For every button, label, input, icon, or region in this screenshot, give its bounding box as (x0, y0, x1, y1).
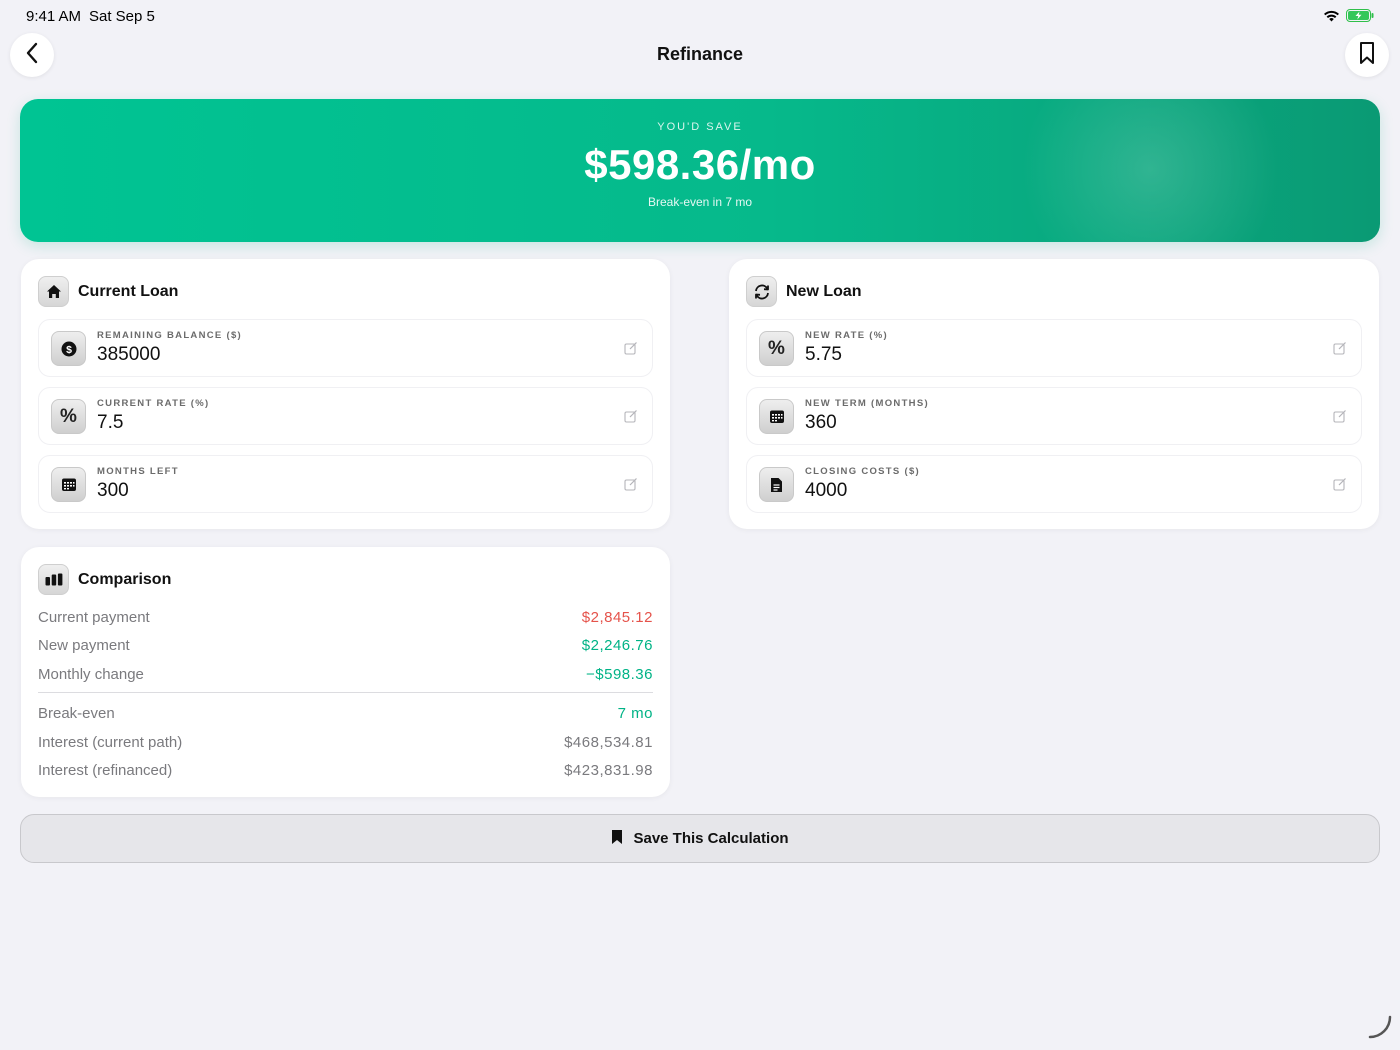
edit-icon[interactable] (624, 341, 638, 360)
months-left-label: MONTHS LEFT (97, 466, 179, 477)
corner-handle-icon (1368, 1015, 1392, 1044)
document-icon (759, 467, 794, 502)
status-bar: 9:41 AM Sat Sep 5 (0, 0, 1400, 32)
edit-icon[interactable] (1333, 341, 1347, 360)
remaining-balance-field[interactable]: $ REMAINING BALANCE ($) 385000 (38, 319, 653, 377)
refresh-icon (746, 276, 777, 307)
monthly-change-label: Monthly change (38, 665, 144, 683)
break-even-label: Break-even (38, 704, 115, 722)
current-payment-label: Current payment (38, 608, 150, 626)
savings-value: $598.36/mo (584, 141, 816, 188)
bookmark-button[interactable] (1345, 33, 1389, 77)
monthly-change-value: −$598.36 (586, 665, 653, 683)
new-payment-value: $2,246.76 (581, 636, 653, 654)
current-rate-value[interactable]: 7.5 (97, 412, 123, 434)
edit-icon[interactable] (624, 409, 638, 428)
status-icons (1323, 9, 1374, 27)
comparison-row: Interest (refinanced) $423,831.98 (38, 759, 653, 781)
comparison-row: New payment $2,246.76 (38, 634, 653, 656)
comparison-row: Interest (current path) $468,534.81 (38, 731, 653, 753)
battery-charging-icon (1346, 9, 1374, 27)
wifi-icon (1323, 9, 1340, 27)
interest-current-value: $468,534.81 (564, 733, 653, 751)
calendar-icon (51, 467, 86, 502)
break-even-subtitle: Break-even in 7 mo (647, 195, 753, 209)
closing-costs-label: CLOSING COSTS ($) (805, 466, 920, 477)
save-calculation-button[interactable]: Save This Calculation (20, 814, 1380, 863)
save-calculation-label: Save This Calculation (633, 830, 789, 847)
status-time: 9:41 AM (26, 8, 82, 25)
savings-banner: YOU'D SAVE $598.36/mo Break-even in 7 mo (20, 99, 1380, 242)
current-rate-field[interactable]: % CURRENT RATE (%) 7.5 (38, 387, 653, 445)
comparison-row: Current payment $2,845.12 (38, 606, 653, 628)
svg-text:$: $ (66, 343, 72, 355)
bar-chart-icon (38, 564, 69, 595)
status-date: Sat Sep 5 (89, 8, 155, 25)
bookmark-fill-icon (611, 829, 623, 849)
current-loan-card: Current Loan $ REMAINING BALANCE ($) 385… (21, 259, 670, 529)
closing-costs-field[interactable]: CLOSING COSTS ($) 4000 (746, 455, 1362, 513)
new-loan-card: New Loan % NEW RATE (%) 5.75 NEW TERM (M… (729, 259, 1379, 529)
interest-current-label: Interest (current path) (38, 733, 183, 751)
edit-icon[interactable] (1333, 409, 1347, 428)
comparison-header: Comparison (38, 564, 171, 595)
savings-label: YOU'D SAVE (657, 121, 743, 133)
comparison-divider (38, 692, 653, 693)
new-term-value[interactable]: 360 (805, 412, 837, 434)
dollar-icon: $ (51, 331, 86, 366)
house-icon (38, 276, 69, 307)
new-payment-label: New payment (38, 636, 130, 654)
interest-refinanced-label: Interest (refinanced) (38, 761, 173, 779)
remaining-balance-label: REMAINING BALANCE ($) (97, 330, 242, 341)
months-left-field[interactable]: MONTHS LEFT 300 (38, 455, 653, 513)
current-loan-header: Current Loan (38, 276, 178, 307)
new-rate-label: NEW RATE (%) (805, 330, 888, 341)
page-title: Refinance (656, 44, 744, 64)
new-term-label: NEW TERM (MONTHS) (805, 398, 929, 409)
new-loan-title: New Loan (786, 282, 862, 300)
comparison-row: Monthly change −$598.36 (38, 663, 653, 685)
new-loan-header: New Loan (746, 276, 862, 307)
break-even-value: 7 mo (617, 704, 653, 722)
months-left-value[interactable]: 300 (97, 480, 129, 502)
comparison-row: Break-even 7 mo (38, 702, 653, 724)
edit-icon[interactable] (1333, 477, 1347, 496)
comparison-card: Comparison Current payment $2,845.12 New… (21, 547, 670, 797)
new-term-field[interactable]: NEW TERM (MONTHS) 360 (746, 387, 1362, 445)
calendar-icon (759, 399, 794, 434)
closing-costs-value[interactable]: 4000 (805, 480, 847, 502)
new-rate-value[interactable]: 5.75 (805, 344, 842, 366)
percent-icon: % (759, 331, 794, 366)
percent-icon: % (51, 399, 86, 434)
current-rate-label: CURRENT RATE (%) (97, 398, 210, 409)
new-rate-field[interactable]: % NEW RATE (%) 5.75 (746, 319, 1362, 377)
bookmark-icon (1359, 41, 1375, 70)
current-payment-value: $2,845.12 (581, 608, 653, 626)
edit-icon[interactable] (624, 477, 638, 496)
current-loan-title: Current Loan (78, 282, 179, 300)
comparison-title: Comparison (78, 570, 172, 588)
interest-refinanced-value: $423,831.98 (564, 761, 653, 779)
remaining-balance-value[interactable]: 385000 (97, 344, 160, 366)
